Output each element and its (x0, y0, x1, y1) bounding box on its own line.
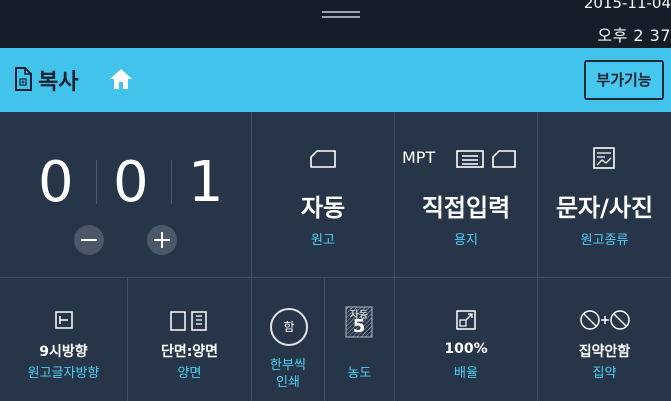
col-divider (394, 112, 395, 401)
paper-value: 직접입력 (421, 194, 511, 222)
status-date: 2015-11-04 (583, 0, 671, 12)
decrease-copies-button[interactable] (74, 225, 104, 255)
copy-document-icon (15, 67, 32, 91)
text-photo-icon (593, 147, 615, 169)
orientation-icon (55, 311, 73, 329)
original-size-value: 자동 (300, 194, 346, 222)
copy-digit-tens[interactable]: 0 (113, 150, 149, 215)
zoom-icon (456, 310, 476, 330)
page-title: 복사 (38, 70, 79, 95)
tray-icon (456, 150, 484, 168)
drag-handle-icon[interactable] (322, 11, 360, 18)
density-label: 농도 (347, 366, 372, 381)
duplex-icon (170, 311, 207, 331)
combine-label: 집약 (592, 366, 617, 381)
copy-digit-ones[interactable]: 1 (188, 150, 224, 215)
combine-value: 집약안함 (578, 344, 631, 360)
orientation-value: 9시방향 (39, 344, 88, 360)
title-bar: 복사 부가기능 (0, 48, 671, 112)
row-divider (0, 277, 671, 278)
zoom-value: 100% (444, 341, 488, 357)
paper-size-icon (492, 150, 516, 168)
combine-off-icon (580, 310, 630, 330)
paper-size-icon (310, 150, 336, 168)
copy-digit-hundreds[interactable]: 0 (38, 150, 74, 215)
orientation-label: 원고글자방향 (27, 366, 100, 381)
paper-label: 용지 (454, 233, 478, 248)
digit-separator (96, 160, 97, 204)
mpt-label: MPT (402, 148, 436, 167)
status-bar: 2015-11-04 오후 2 37 (0, 0, 671, 48)
duplex-value: 단면:양면 (160, 344, 219, 360)
zoom-label: 배율 (454, 366, 478, 381)
collate-label-line2: 인쇄 (276, 375, 300, 390)
col-divider (324, 277, 325, 401)
extra-functions-button[interactable]: 부가기능 (584, 60, 664, 100)
original-size-label: 원고 (311, 233, 335, 248)
home-icon[interactable] (109, 67, 133, 91)
density-level: 5 (352, 316, 366, 337)
original-type-value: 문자/사진 (555, 194, 654, 222)
status-time: 오후 2 37 (597, 26, 671, 45)
col-divider (127, 277, 128, 401)
original-type-label: 원고종류 (580, 233, 629, 248)
digit-separator (171, 160, 172, 204)
collate-label-line1: 한부씩 (270, 358, 306, 373)
duplex-label: 양면 (177, 366, 202, 381)
collate-toggle[interactable]: 함 (270, 308, 308, 346)
increase-copies-button[interactable] (147, 225, 177, 255)
